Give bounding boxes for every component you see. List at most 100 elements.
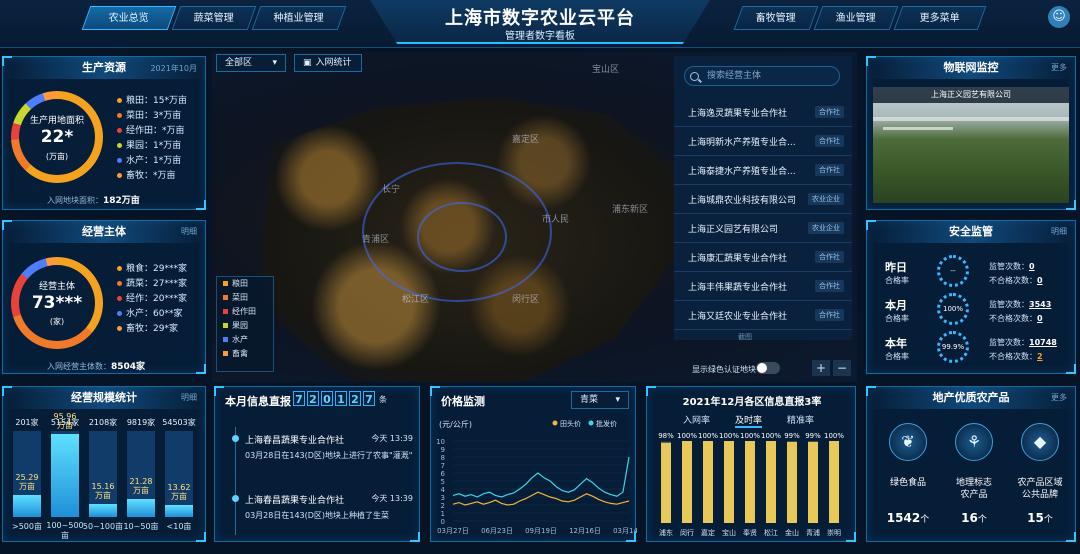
legend-item: 经作：20***家 bbox=[117, 291, 187, 304]
checks-value[interactable]: 0 bbox=[1029, 262, 1035, 271]
ring-label: 经营主体 bbox=[38, 282, 75, 292]
fail-line: 不合格次数：0 bbox=[989, 275, 1043, 286]
net-stats-button[interactable]: ▣ 入网统计 bbox=[294, 54, 362, 72]
map-district-label: 松江区 bbox=[402, 295, 430, 305]
list-item[interactable]: 上海又廷农业专业合作社 合作社 bbox=[674, 301, 852, 330]
list-item[interactable]: 上海城鼎农业科技有限公司 农业企业 bbox=[674, 185, 852, 214]
fail-label: 不合格次数： bbox=[989, 352, 1037, 361]
legend-dot bbox=[117, 281, 122, 286]
list-item[interactable]: 上海泰捷水产养殖专业合... 合作社 bbox=[674, 156, 852, 185]
y-tick-label: 7 bbox=[441, 462, 445, 470]
fail-value[interactable]: 2 bbox=[1037, 352, 1043, 361]
green-cert-toggle[interactable] bbox=[756, 362, 780, 374]
pass-rate-ring: 99.9% bbox=[937, 331, 969, 363]
bar-fill bbox=[51, 434, 79, 517]
quality-panel: 地产优质农产品 更多 ❦ 绿色食品 1542个 ⚘ 地理标志 农产品 16个 ◆ 农产品区域 … bbox=[866, 386, 1076, 542]
product-select[interactable]: 青菜 ▾ bbox=[571, 391, 629, 409]
panel-date: 2021年10月 bbox=[150, 64, 197, 73]
feed-item[interactable]: 上海春昌蔬果专业合作社 今天 13:39 03月28日在143(D区)地块上种植了生… bbox=[245, 493, 413, 522]
tab-more-menu[interactable]: 更多菜单 bbox=[893, 6, 987, 30]
bar-count-label: 54503家 bbox=[162, 418, 196, 427]
x-tick-label: 12月16日 bbox=[569, 527, 601, 535]
greenhouse-frame bbox=[873, 117, 1069, 121]
map-district-label: 嘉定区 bbox=[512, 135, 540, 145]
fail-value[interactable]: 0 bbox=[1037, 276, 1043, 285]
entity-name: 上海丰伟果蔬专业合作社 bbox=[688, 283, 788, 293]
entity-type-badge: 合作社 bbox=[815, 164, 844, 176]
camera-feed[interactable]: 上海正义园艺有限公司 bbox=[873, 87, 1069, 203]
tab-vegetable[interactable]: 蔬菜管理 bbox=[171, 6, 257, 30]
fail-value[interactable]: 0 bbox=[1037, 314, 1043, 323]
rate-tab[interactable]: 及时率 bbox=[735, 413, 763, 428]
x-tick-label: 03月14日 bbox=[613, 527, 637, 535]
entity-name: 上海康汇蔬果专业合作社 bbox=[688, 254, 788, 264]
list-item[interactable]: 上海正义园艺有限公司 农业企业 bbox=[674, 214, 852, 243]
legend-dot bbox=[117, 296, 122, 301]
tab-fishery[interactable]: 渔业管理 bbox=[813, 6, 899, 30]
detail-link[interactable]: 明细 bbox=[181, 226, 197, 237]
region-select[interactable]: 全部区 ▾ bbox=[216, 54, 286, 72]
bar-fill bbox=[89, 503, 117, 517]
checks-value[interactable]: 3543 bbox=[1029, 300, 1051, 309]
legend-item: 水产：60**家 bbox=[117, 306, 182, 319]
greenhouse-rail bbox=[883, 127, 953, 130]
scale-panel: 经营规模统计 明细 201家 25.29 万亩 >500亩 5154家 95.96 万亩… bbox=[2, 386, 206, 542]
rate-tab[interactable]: 精准率 bbox=[787, 413, 814, 426]
bar-category-label: 嘉定 bbox=[701, 528, 715, 537]
rate-label: 合格率 bbox=[885, 314, 909, 323]
y-tick-label: 1 bbox=[441, 510, 445, 518]
detail-link[interactable]: 明细 bbox=[181, 392, 197, 403]
list-item[interactable]: 上海逸灵蔬果专业合作社 合作社 bbox=[674, 98, 852, 127]
count-value: 16 bbox=[961, 511, 978, 525]
tab-planting[interactable]: 种植业管理 bbox=[251, 6, 347, 30]
legend-swatch bbox=[223, 309, 228, 314]
rate-bar bbox=[682, 441, 692, 523]
legend-dot bbox=[588, 420, 594, 426]
rate-bar bbox=[766, 441, 776, 523]
more-link[interactable]: 更多 bbox=[1051, 392, 1067, 403]
pass-rate-ring: 100% bbox=[937, 293, 969, 325]
y-tick-label: 10 bbox=[436, 438, 445, 446]
ring-unit: (万亩) bbox=[45, 152, 69, 161]
count-unit: 个 bbox=[977, 515, 987, 525]
entity-name: 上海泰捷水产养殖专业合... bbox=[688, 167, 796, 177]
y-tick-label: 4 bbox=[441, 486, 446, 494]
count-unit: 个 bbox=[920, 515, 930, 525]
feed-item[interactable]: 上海春昌蔬果专业合作社 今天 13:39 03月28日在143(D区)地块上进行了农… bbox=[245, 433, 413, 462]
legend-dot bbox=[117, 113, 122, 118]
legend-label: 畜牧：29*家 bbox=[126, 324, 178, 334]
region-select-value: 全部区 bbox=[225, 58, 253, 68]
list-item[interactable]: 上海明新水产养殖专业合... 合作社 bbox=[674, 127, 852, 156]
checks-label: 监管次数： bbox=[989, 262, 1029, 271]
legend-item: 菜田：3*万亩 bbox=[117, 108, 181, 121]
tab-agri-overview[interactable]: 农业总览 bbox=[81, 6, 177, 30]
map-legend-item: 畜禽 bbox=[217, 347, 273, 361]
count-value: 15 bbox=[1027, 511, 1044, 525]
legend-dot bbox=[117, 173, 122, 178]
user-avatar-icon[interactable]: ☺ bbox=[1048, 6, 1070, 28]
tab-livestock[interactable]: 畜牧管理 bbox=[733, 6, 819, 30]
bar-value-label: 100% bbox=[740, 432, 760, 440]
legend-item: 蔬菜：27***家 bbox=[117, 276, 187, 289]
footer-label: 入网地块面积： bbox=[47, 196, 103, 205]
y-tick-label: 9 bbox=[441, 446, 445, 454]
more-link[interactable]: 更多 bbox=[1051, 62, 1067, 73]
search-input[interactable]: 搜索经营主体 bbox=[684, 66, 840, 86]
ring-value: 73*** bbox=[31, 293, 83, 313]
legend-item: 畜牧：29*家 bbox=[117, 321, 178, 334]
legend-label: 批发价 bbox=[596, 419, 617, 428]
legend-label: 经作田 bbox=[232, 307, 256, 316]
zoom-out-button[interactable]: − bbox=[833, 360, 851, 376]
footer-value: 8504家 bbox=[111, 362, 146, 372]
detail-link[interactable]: 明细 bbox=[1051, 226, 1067, 237]
rate-tab[interactable]: 入网率 bbox=[683, 413, 710, 426]
list-item[interactable]: 上海丰伟果蔬专业合作社 合作社 bbox=[674, 272, 852, 301]
counter-digit: 7 bbox=[363, 391, 375, 406]
bar-value-label: 15.16 万亩 bbox=[91, 481, 115, 500]
zoom-in-button[interactable]: + bbox=[812, 360, 830, 376]
legend-item: 粮田：15*万亩 bbox=[117, 93, 187, 106]
price-line-chart: 012345678910 03月27日 06月23日 09月19日 12月16日 03月1… bbox=[436, 419, 637, 535]
list-item[interactable]: 上海康汇蔬果专业合作社 合作社 bbox=[674, 243, 852, 272]
checks-value[interactable]: 10748 bbox=[1029, 338, 1057, 347]
page-subtitle: 管理者数字看板 bbox=[505, 31, 575, 42]
